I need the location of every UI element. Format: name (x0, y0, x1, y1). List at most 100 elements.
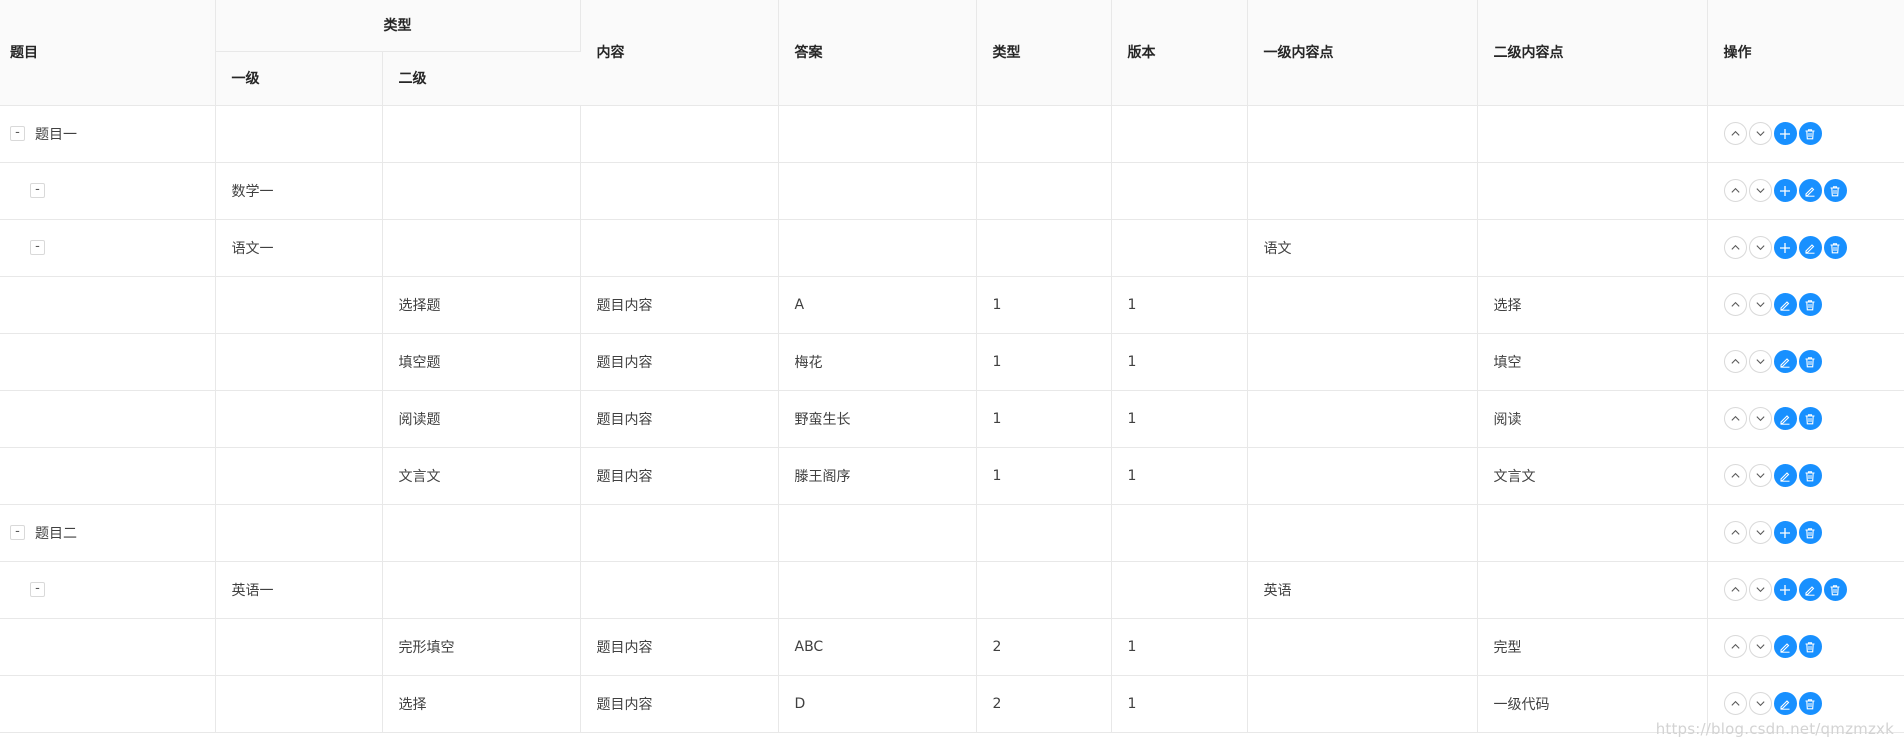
table-row: - 题目一 (0, 105, 1904, 163)
delete-button[interactable] (1798, 122, 1822, 145)
row-collapse-toggle[interactable]: - (10, 126, 25, 141)
move-down-button[interactable] (1748, 521, 1772, 544)
cell-version (1111, 105, 1248, 163)
add-button[interactable] (1773, 578, 1797, 601)
move-down-button[interactable] (1748, 236, 1772, 259)
edit-icon (1779, 299, 1791, 311)
edit-button[interactable] (1773, 293, 1797, 316)
cell-category-level2 (382, 105, 581, 163)
cell-content: 题目内容 (580, 390, 779, 448)
chevron-up-icon (1730, 356, 1741, 367)
move-down-button[interactable] (1748, 635, 1772, 658)
chevron-up-icon (1730, 527, 1741, 538)
trash-icon (1804, 527, 1816, 539)
row-collapse-toggle[interactable]: - (30, 582, 45, 597)
cell-point-level1: 语文 (1247, 219, 1478, 277)
add-button[interactable] (1773, 122, 1797, 145)
delete-button[interactable] (1798, 407, 1822, 430)
cell-point-level1: 英语 (1247, 561, 1478, 619)
delete-button[interactable] (1798, 521, 1822, 544)
cell-point-level2: 文言文 (1477, 447, 1708, 505)
edit-button[interactable] (1773, 464, 1797, 487)
cell-point-level1 (1247, 504, 1478, 562)
cell-content: 题目内容 (580, 675, 779, 733)
cell-point-level1 (1247, 276, 1478, 334)
row-actions (1723, 521, 1822, 544)
move-up-button[interactable] (1723, 122, 1747, 145)
move-down-button[interactable] (1748, 179, 1772, 202)
add-button[interactable] (1773, 236, 1797, 259)
move-up-button[interactable] (1723, 407, 1747, 430)
cell-category-level2 (382, 162, 581, 220)
chevron-down-icon (1755, 128, 1766, 139)
cell-point-level2: 阅读 (1477, 390, 1708, 448)
move-down-button[interactable] (1748, 407, 1772, 430)
delete-button[interactable] (1798, 293, 1822, 316)
cell-category-level2: 文言文 (382, 447, 581, 505)
cell-answer: 梅花 (778, 333, 977, 391)
cell-title (0, 333, 216, 391)
move-down-button[interactable] (1748, 350, 1772, 373)
row-collapse-toggle[interactable]: - (10, 525, 25, 540)
move-down-button[interactable] (1748, 692, 1772, 715)
cell-category-level1: 语文一 (215, 219, 383, 277)
move-up-button[interactable] (1723, 293, 1747, 316)
cell-type: 1 (976, 390, 1112, 448)
move-down-button[interactable] (1748, 122, 1772, 145)
cell-point-level2 (1477, 219, 1708, 277)
cell-answer (778, 105, 977, 163)
cell-ops (1707, 219, 1904, 277)
cell-type (976, 105, 1112, 163)
cell-version: 1 (1111, 333, 1248, 391)
edit-button[interactable] (1798, 578, 1822, 601)
chevron-down-icon (1755, 641, 1766, 652)
plus-icon (1779, 584, 1791, 596)
cell-content (580, 162, 779, 220)
move-down-button[interactable] (1748, 464, 1772, 487)
cell-version (1111, 219, 1248, 277)
edit-button[interactable] (1798, 236, 1822, 259)
move-up-button[interactable] (1723, 692, 1747, 715)
edit-button[interactable] (1798, 179, 1822, 202)
delete-button[interactable] (1798, 350, 1822, 373)
move-up-button[interactable] (1723, 635, 1747, 658)
row-collapse-toggle[interactable]: - (30, 183, 45, 198)
move-down-button[interactable] (1748, 578, 1772, 601)
chevron-up-icon (1730, 584, 1741, 595)
delete-button[interactable] (1798, 464, 1822, 487)
move-up-button[interactable] (1723, 521, 1747, 544)
row-collapse-toggle[interactable]: - (30, 240, 45, 255)
cell-ops (1707, 162, 1904, 220)
cell-point-level2 (1477, 162, 1708, 220)
edit-button[interactable] (1773, 635, 1797, 658)
cell-content (580, 504, 779, 562)
add-button[interactable] (1773, 179, 1797, 202)
cell-category-level2: 选择题 (382, 276, 581, 334)
cell-content: 题目内容 (580, 447, 779, 505)
edit-button[interactable] (1773, 407, 1797, 430)
delete-button[interactable] (1823, 236, 1847, 259)
row-actions (1723, 464, 1822, 487)
row-title-text: 题目一 (35, 126, 77, 143)
cell-title: - 题目二 (0, 504, 216, 562)
move-up-button[interactable] (1723, 464, 1747, 487)
cell-type: 2 (976, 618, 1112, 676)
cell-category-level1 (215, 276, 383, 334)
move-up-button[interactable] (1723, 236, 1747, 259)
delete-button[interactable] (1798, 635, 1822, 658)
move-up-button[interactable] (1723, 179, 1747, 202)
edit-button[interactable] (1773, 692, 1797, 715)
move-up-button[interactable] (1723, 578, 1747, 601)
add-button[interactable] (1773, 521, 1797, 544)
move-down-button[interactable] (1748, 293, 1772, 316)
cell-category-level1 (215, 333, 383, 391)
cell-content (580, 105, 779, 163)
cell-point-level1 (1247, 447, 1478, 505)
delete-button[interactable] (1823, 179, 1847, 202)
delete-button[interactable] (1798, 692, 1822, 715)
table-body: - 题目一 - 数学一 - 语文一 语文 选择题 题目内容 A 1 1 选择 填空题 题目内容 梅花 1 1 填空阅… (0, 105, 1904, 733)
cell-title (0, 276, 216, 334)
move-up-button[interactable] (1723, 350, 1747, 373)
delete-button[interactable] (1823, 578, 1847, 601)
edit-button[interactable] (1773, 350, 1797, 373)
